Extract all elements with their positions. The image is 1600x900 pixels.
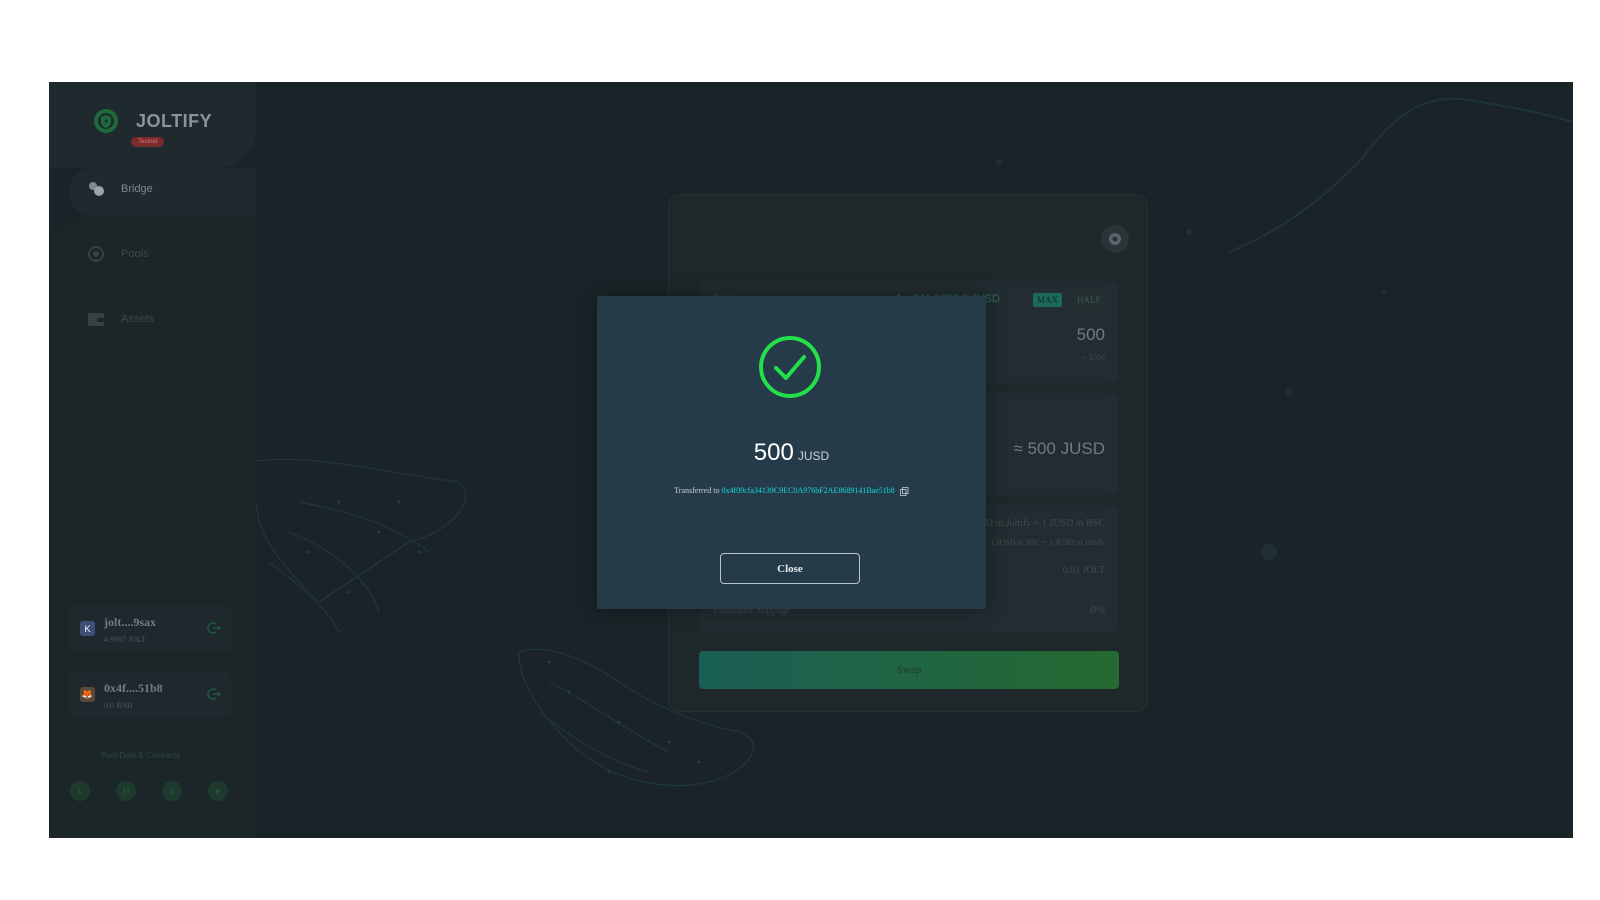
amount-unit: JUSD bbox=[797, 449, 830, 463]
keplr-icon: K bbox=[80, 621, 95, 636]
wallet-balance: 0.0 BNB bbox=[104, 701, 133, 710]
network-badge: Testnet bbox=[131, 137, 165, 147]
pool-data-link[interactable]: Pool Data & Contracts bbox=[101, 751, 180, 760]
fee-value: 0.01 JOLT bbox=[1062, 565, 1105, 576]
wallet-name: 0x4f....51b8 bbox=[104, 681, 163, 695]
transfer-destination: Transferred to 0x4f09cfa34139C9EC0A976bF… bbox=[597, 486, 986, 496]
transfer-success-modal: 500 JUSD Transferred to 0x4f09cfa34139C9E… bbox=[597, 296, 986, 609]
metamask-icon: 🦊 bbox=[80, 687, 95, 702]
wallet-card-bsc[interactable]: 🦊 0x4f....51b8 0.0 BNB bbox=[69, 672, 231, 718]
logout-icon[interactable] bbox=[207, 621, 221, 635]
swap-button[interactable]: Swap bbox=[699, 651, 1119, 689]
max-button[interactable]: MAX bbox=[1033, 293, 1063, 307]
sidebar-item-label: Assets bbox=[121, 313, 155, 325]
copy-icon[interactable] bbox=[899, 486, 909, 496]
rate-line-2: 1 JUSD in BSC = 1 JUSD in Joltify bbox=[990, 538, 1105, 547]
slippage-value: 0% bbox=[1090, 605, 1105, 616]
success-check-icon bbox=[759, 336, 821, 398]
logout-icon[interactable] bbox=[207, 687, 221, 701]
gear-icon bbox=[1109, 233, 1121, 245]
pools-icon bbox=[88, 246, 104, 262]
to-amount: ≈ 500 JUSD bbox=[1013, 439, 1105, 458]
half-button[interactable]: HALF bbox=[1073, 293, 1105, 307]
telegram-icon[interactable]: ➤ bbox=[208, 781, 228, 801]
close-button[interactable]: Close bbox=[720, 553, 860, 584]
sidebar-item-label: Pools bbox=[121, 248, 149, 260]
amount-input[interactable]: 500 bbox=[1077, 325, 1105, 345]
transferred-amount: 500 JUSD bbox=[597, 439, 986, 467]
app-name: JOLTIFY bbox=[136, 111, 213, 131]
twitter-icon[interactable]: t bbox=[70, 781, 90, 801]
destination-address[interactable]: 0x4f09cfa34139C9EC0A976bF2AE8689141Bae51… bbox=[721, 486, 894, 495]
sidebar-item-assets[interactable]: Assets bbox=[87, 309, 154, 329]
amount-usd: ≈ $500 bbox=[1082, 353, 1105, 362]
wallet-name: jolt....9sax bbox=[104, 615, 156, 629]
logo-area: JOLTIFY Testnet bbox=[49, 82, 256, 168]
joltify-logo-icon bbox=[94, 109, 118, 133]
wallet-balance: 4.9897 JOLT bbox=[104, 635, 146, 644]
bridge-icon bbox=[89, 182, 104, 196]
discord-icon[interactable]: d bbox=[162, 781, 182, 801]
settings-button[interactable] bbox=[1101, 225, 1129, 253]
transfer-prefix: Transferred to bbox=[674, 486, 720, 495]
sidebar-item-pools[interactable]: Pools bbox=[87, 244, 149, 264]
wallet-icon bbox=[88, 313, 104, 326]
wallet-card-joltify[interactable]: K jolt....9sax 4.9897 JOLT bbox=[69, 606, 231, 652]
sidebar: JOLTIFY Testnet Bridge Pools Assets K jo… bbox=[49, 82, 256, 838]
amount-value: 500 bbox=[753, 439, 794, 466]
sidebar-item-bridge[interactable]: Bridge bbox=[87, 179, 153, 199]
medium-icon[interactable]: M bbox=[116, 781, 136, 801]
sidebar-item-label: Bridge bbox=[121, 183, 153, 195]
